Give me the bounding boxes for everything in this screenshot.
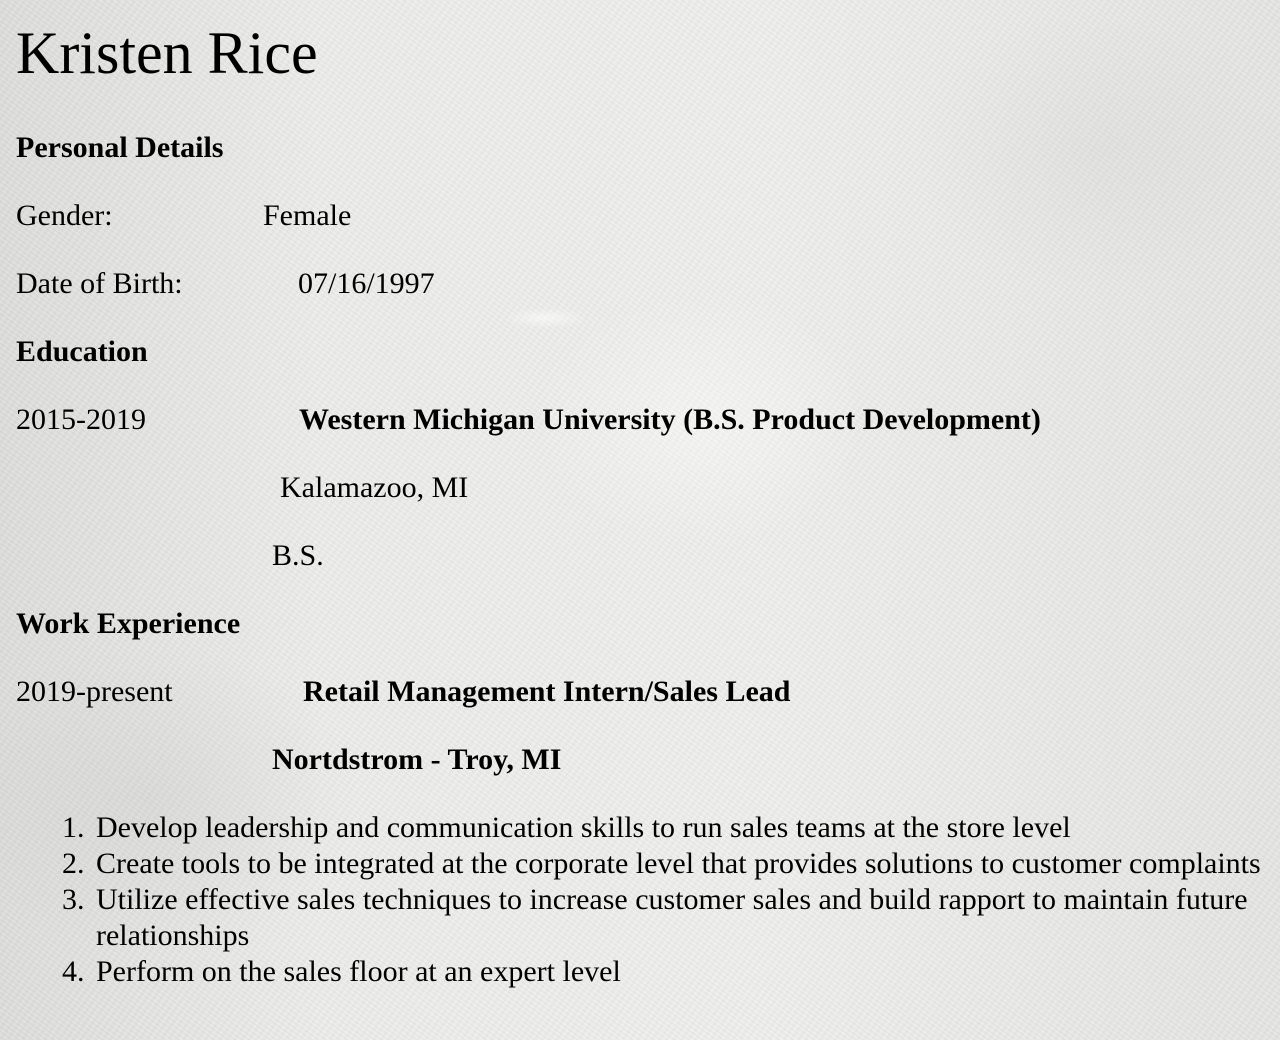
responsibility-item: 1. Develop leadership and communication … bbox=[62, 810, 1280, 846]
work-title: Retail Management Intern/Sales Lead bbox=[303, 675, 791, 708]
responsibility-text: Utilize effective sales techniques to in… bbox=[96, 883, 1248, 952]
responsibility-item: 4. Perform on the sales floor at an expe… bbox=[62, 954, 1280, 990]
education-school: Western Michigan University (B.S. Produc… bbox=[299, 403, 1041, 436]
responsibility-text: Create tools to be integrated at the cor… bbox=[96, 847, 1261, 880]
responsibilities-list: 1. Develop leadership and communication … bbox=[16, 810, 1280, 990]
list-number: 3. bbox=[62, 883, 85, 916]
responsibility-text: Perform on the sales floor at an expert … bbox=[96, 955, 621, 988]
dob-value: 07/16/1997 bbox=[298, 267, 435, 300]
education-heading: Education bbox=[16, 335, 148, 368]
gender-label: Gender: bbox=[16, 199, 113, 232]
education-degree: B.S. bbox=[272, 539, 324, 572]
dob-label: Date of Birth: bbox=[16, 267, 183, 300]
list-number: 1. bbox=[62, 811, 85, 844]
responsibility-text: Develop leadership and communication ski… bbox=[96, 811, 1071, 844]
list-number: 4. bbox=[62, 955, 85, 988]
work-experience-heading: Work Experience bbox=[16, 607, 241, 640]
resume-name: Kristen Rice bbox=[16, 20, 318, 86]
work-years: 2019-present bbox=[16, 675, 173, 708]
responsibility-item: 3. Utilize effective sales techniques to… bbox=[62, 882, 1280, 954]
personal-details-heading: Personal Details bbox=[16, 131, 224, 164]
education-years: 2015-2019 bbox=[16, 403, 146, 436]
work-company: Nortdstrom - Troy, MI bbox=[272, 743, 562, 776]
list-number: 2. bbox=[62, 847, 85, 880]
responsibility-item: 2. Create tools to be integrated at the … bbox=[62, 846, 1280, 882]
gender-value: Female bbox=[263, 199, 352, 232]
education-location: Kalamazoo, MI bbox=[280, 471, 469, 504]
